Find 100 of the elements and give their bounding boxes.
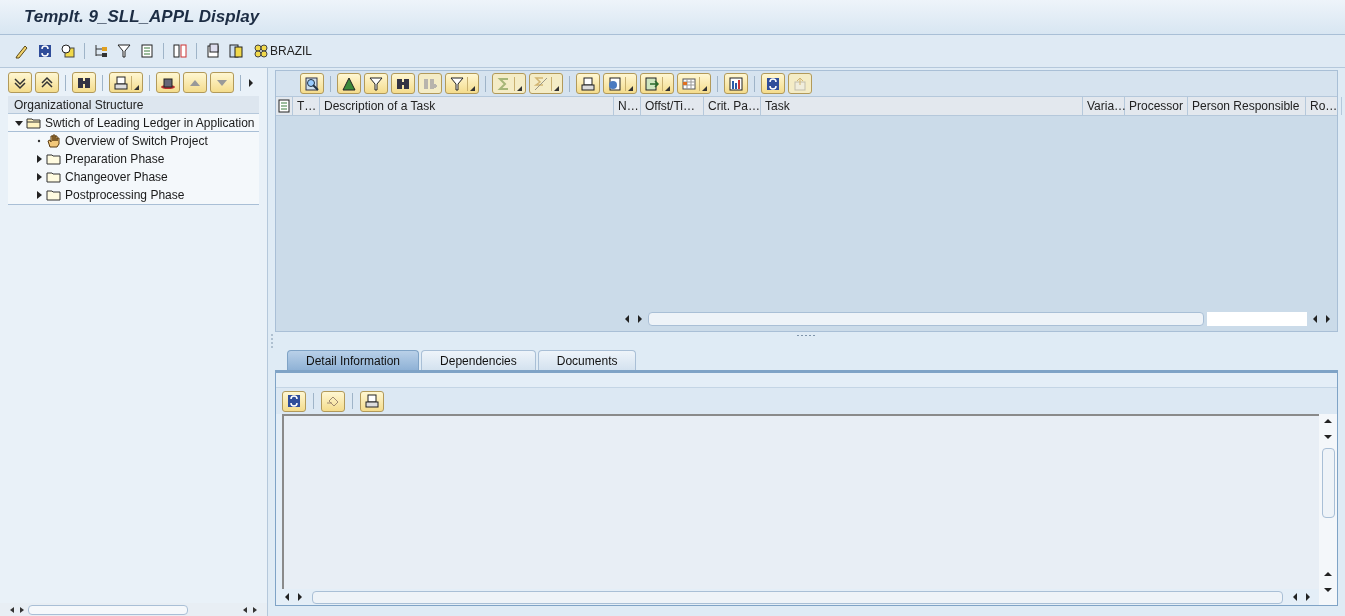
expand-arrow-icon[interactable] [35,191,43,199]
scrollbar-thumb[interactable] [312,590,1283,604]
right-arrow-icon[interactable] [635,313,645,324]
hand-icon [46,134,62,148]
column-header[interactable]: Task [761,97,1083,115]
layout-icon [681,75,697,92]
dropdown-icon [134,85,139,90]
chart-button[interactable] [724,73,748,94]
collapse-button[interactable] [35,72,59,93]
folder-icon [46,188,62,202]
print-button[interactable] [109,72,143,93]
dropdown-icon [470,86,475,91]
filter-button[interactable] [445,73,479,94]
up-arrow-icon[interactable] [1323,416,1333,426]
scrollbar-thumb[interactable] [28,604,188,615]
export-button[interactable] [640,73,674,94]
more-arrow-icon[interactable] [247,77,255,88]
right-arrow-icon[interactable] [1303,592,1313,602]
column-header[interactable]: Ro… [1306,97,1343,115]
expand-arrow-icon[interactable] [35,173,43,181]
tree-item[interactable]: Swtich of Leading Ledger in Application [45,113,255,132]
refresh-button[interactable] [761,73,785,94]
expand-arrow-icon[interactable] [35,155,43,163]
column-header[interactable]: Varia… [1083,97,1125,115]
printer-icon [580,75,596,92]
pencil-icon [14,43,30,59]
move-down-button[interactable] [210,72,234,93]
down-arrow-icon[interactable] [1323,432,1333,442]
refresh-button[interactable] [282,390,306,412]
column-header[interactable]: T… [293,97,320,115]
tab[interactable]: Detail Information [287,350,420,370]
tree-item[interactable]: Changeover Phase [65,168,168,186]
column-header[interactable]: Description of a Task [320,97,614,115]
chart-icon [728,75,744,92]
collapse-arrow-icon[interactable] [15,118,23,127]
print-button[interactable] [576,73,600,94]
details-icon [304,75,320,92]
select-all-button[interactable] [276,97,293,115]
hat-button[interactable] [156,72,180,93]
right-arrow-icon[interactable] [295,592,305,602]
scrollbar-thumb[interactable] [648,311,1204,326]
dropdown-icon [628,86,633,91]
column-header[interactable]: Processor [1125,97,1188,115]
column-header[interactable]: Person Responsible [1188,97,1306,115]
find-button[interactable] [72,72,96,93]
splitter-grip-icon[interactable] [270,334,273,350]
details-button[interactable] [300,73,324,94]
find-button[interactable] [391,73,415,94]
printer-icon [113,74,129,91]
column-header[interactable]: Offst/Ti… [641,97,704,115]
dropdown-icon [665,86,670,91]
bullet-icon [35,137,43,145]
column-header[interactable]: N… [614,97,641,115]
upload-icon [792,75,808,92]
right-arrow-icon[interactable] [1323,313,1333,324]
undo-button[interactable] [321,390,345,412]
vertical-scrollbar[interactable] [1319,414,1337,605]
layout-button[interactable] [677,73,711,94]
columns-button[interactable] [170,41,190,61]
refresh-icon [286,393,302,409]
tab[interactable]: Dependencies [421,350,536,370]
filter-icon [449,75,465,92]
tree-item[interactable]: Overview of Switch Project [65,132,208,150]
dropdown-icon [517,86,522,91]
refresh-icon [37,43,53,59]
scrollbar-thumb[interactable] [1321,448,1335,518]
tree-item[interactable]: Postprocessing Phase [65,186,185,204]
expand-button[interactable] [8,72,32,93]
export-icon [644,75,660,92]
print-button[interactable] [360,390,384,412]
splitter-grip-icon[interactable] [796,334,817,337]
funnel-icon [116,43,132,59]
folder-icon [46,152,62,166]
tree-item[interactable]: Preparation Phase [65,150,165,168]
right-arrow-icon[interactable] [18,605,26,614]
left-arrow-icon[interactable] [241,605,249,614]
brazil-button[interactable]: BRAZIL [253,42,312,60]
documents-button[interactable] [226,41,246,61]
down-arrow-icon[interactable] [1323,585,1333,595]
tree-header: Organizational Structure [8,96,259,114]
scrollbar-track[interactable] [1207,311,1307,326]
printer-icon [364,393,380,409]
open-folder-icon [26,115,42,130]
right-arrow-icon[interactable] [251,605,259,614]
up-arrow-icon[interactable] [1323,569,1333,579]
funnel-button[interactable] [114,41,134,61]
hierarchy-icon [93,43,109,59]
sort-ascending-icon [341,75,357,92]
subtotals-icon [533,75,549,92]
left-arrow-icon[interactable] [8,605,16,614]
column-header[interactable]: Crit. Pa… [704,97,761,115]
document-icon [205,43,221,59]
select-all-icon [276,98,292,114]
list-icon [139,43,155,59]
folder-icon [46,170,62,184]
tab[interactable]: Documents [537,350,637,370]
sort-ascending-button[interactable] [337,73,361,94]
horizontal-scrollbar[interactable] [0,603,267,616]
columns-icon [172,43,188,59]
dropdown-icon [554,86,559,91]
